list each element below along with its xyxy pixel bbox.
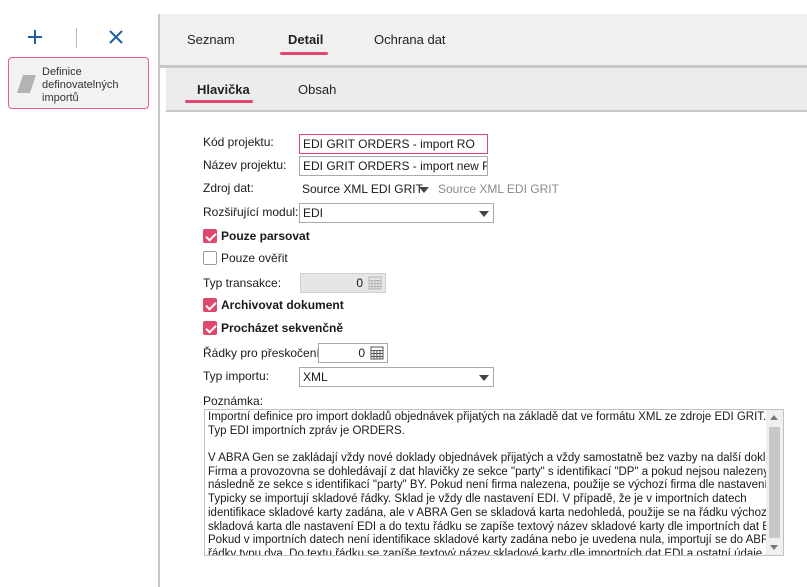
toolbar-separator [76,28,77,48]
typ-transakce-value: 0 [356,276,363,290]
scrollbar-thumb[interactable] [769,427,780,538]
poznamka-line: V ABRA Gen se zakládají vždy nové doklad… [208,452,784,465]
active-subtab-indicator [185,100,253,103]
poznamka-line: Importní definice pro import dokladů obj… [208,411,767,423]
kod-projektu-label: Kód projektu: [203,135,274,149]
chevron-down-icon [479,375,489,381]
left-toolbar [0,20,158,54]
poznamka-line: řádky typu dva. Do textu řádku se zapíše… [208,547,778,556]
plus-icon [28,30,42,44]
parallelogram-icon [17,75,36,93]
radky-pro-preskoceni-value: 0 [358,346,365,360]
tab-hlavicka[interactable]: Hlavička [185,68,253,110]
pouze-parsovat-label: Pouze parsovat [221,229,310,243]
rozsirujici-modul-value: EDI [303,206,324,220]
archivovat-dokument-checkbox[interactable] [203,298,217,312]
typ-importu-label: Typ importu: [203,369,270,383]
zdroj-dat-value: Source XML EDI GRIT [302,182,423,196]
poznamka-line: Typicky se importují skladové řádky. Skl… [208,493,747,506]
poznamka-line: Firma a provozovna se dohledávají z dat … [208,465,784,478]
list-item-label: Definice definovatelných importů [42,66,119,104]
rozsirujici-modul-select[interactable]: EDI [299,203,494,223]
left-panel: Definice definovatelných importů [0,0,158,587]
delete-button[interactable] [98,20,134,54]
close-icon [109,30,123,44]
sub-tabs: Hlavička Obsah [166,68,807,110]
tab-label: Obsah [298,82,337,97]
nazev-projektu-field[interactable]: EDI GRIT ORDERS - import new Receiv [299,156,488,176]
tab-label: Detail [288,32,324,47]
tab-label: Seznam [187,32,235,47]
scroll-up-icon[interactable] [770,415,778,420]
poznamka-text: Importní definice pro import dokladů obj… [208,411,784,556]
zdroj-dat-label: Zdroj dat: [203,181,254,195]
poznamka-line [208,438,766,452]
vertical-scrollbar[interactable] [766,410,783,555]
scroll-down-icon[interactable] [770,545,778,550]
poznamka-textarea[interactable]: Importní definice pro import dokladů obj… [204,409,784,556]
pouze-parsovat-checkbox[interactable] [203,229,217,243]
zdroj-dat-hint: Source XML EDI GRIT [438,182,559,196]
poznamka-line: skladová karta dle nastavení EDI a do te… [208,520,784,533]
nazev-projektu-label: Název projektu: [203,158,287,172]
tab-detail[interactable]: Detail [280,14,328,65]
poznamka-line: následně ze sekce s identifikací "party"… [208,479,784,492]
tab-label: Ochrana dat [374,32,446,47]
poznamka-line: Pokud v importních datech není identifik… [208,534,784,547]
typ-importu-select[interactable]: XML [299,367,494,387]
typ-transakce-field: 0 [300,273,386,293]
archivovat-dokument-label: Archivovat dokument [221,298,344,312]
rozsirujici-modul-label: Rozšiřující modul: [203,205,299,219]
radky-pro-preskoceni-field[interactable]: 0 [318,343,388,363]
detail-form: Kód projektu: EDI GRIT ORDERS - import R… [160,112,807,587]
poznamka-line: Typ EDI importních zpráv je ORDERS. [208,424,405,437]
radky-pro-preskoceni-label: Řádky pro přeskočení: [203,346,324,360]
top-tabs: Seznam Detail Ochrana dat [160,14,807,65]
prochazet-sekvencne-label: Procházet sekvenčně [221,321,344,335]
tab-ochrana-dat[interactable]: Ochrana dat [374,14,454,65]
typ-transakce-label: Typ transakce: [203,276,282,290]
calculator-icon[interactable] [370,346,384,360]
tab-label: Hlavička [197,82,250,97]
pouze-overit-label: Pouze ověřit [221,251,288,265]
list-item[interactable]: Definice definovatelných importů [8,57,149,109]
kod-projektu-field[interactable]: EDI GRIT ORDERS - import RO [299,134,488,154]
poznamka-line: identifikace skladové karty zadána, ale … [208,506,770,519]
tab-obsah[interactable]: Obsah [296,68,346,110]
tab-seznam[interactable]: Seznam [187,14,237,65]
chevron-down-icon [419,187,429,193]
calculator-icon [368,276,382,290]
pouze-overit-checkbox[interactable] [203,251,217,265]
zdroj-dat-select[interactable]: Source XML EDI GRIT [298,179,434,199]
chevron-down-icon [479,211,489,217]
active-tab-indicator [280,52,328,55]
poznamka-label: Poznámka: [203,394,264,408]
prochazet-sekvencne-checkbox[interactable] [203,321,217,335]
typ-importu-value: XML [303,370,328,384]
add-button[interactable] [17,20,53,54]
